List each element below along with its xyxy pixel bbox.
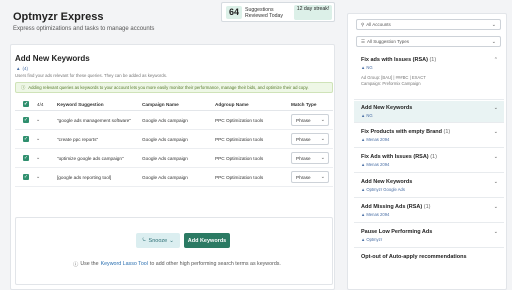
sidebar-item[interactable]: Fix ads with Issues (RSA) (1) ⌃ ▲ NG Ad G…: [354, 54, 504, 100]
adgroup-cell: PPC Optimization tools: [215, 175, 264, 180]
campaign-cell: Google Ads campaign: [142, 156, 188, 161]
account-name: ▲ NG: [361, 65, 373, 70]
keyword-table: ✓ 4/4 Keyword Suggestion Campaign Name A…: [15, 98, 333, 187]
chevron-down-icon: ⌄: [493, 154, 498, 160]
table-row: ✓ ⌄ "optimize google ads campaign" Googl…: [15, 149, 333, 168]
sidebar-item[interactable]: Pause Low Performing Ads ⌄ ▲ Optmyzr: [354, 224, 504, 248]
chevron-down-icon: ⌄: [493, 129, 498, 135]
account-name: ▲ Menas 2094: [361, 137, 390, 142]
filter-icon: ⚲: [361, 21, 365, 27]
sidebar-item[interactable]: Opt-out of Auto-apply recommendations: [354, 249, 504, 275]
keyword-cell: "google ads management software": [57, 118, 131, 123]
match-type-select[interactable]: Phrase ⌄: [291, 171, 329, 183]
account-name: ▲ Optmyzr Google Ads: [361, 187, 405, 192]
col-adgroup: Adgroup Name: [215, 101, 249, 107]
chevron-down-icon: ⌄: [493, 105, 498, 111]
select-all-checkbox[interactable]: ✓: [23, 101, 29, 107]
campaign-cell: Google Ads campaign: [142, 118, 188, 123]
account-name: ▲ Menas 2094: [361, 162, 390, 167]
google-ads-icon: ▲: [16, 66, 21, 71]
chevron-up-icon: ⌃: [493, 57, 498, 63]
suggestion-type-filter[interactable]: ☰ All Suggestion Types ⌄: [356, 36, 501, 47]
lasso-hint: ⓘ Use the Keyword Lasso Tool to add othe…: [73, 261, 281, 268]
snooze-button[interactable]: ⏾ Snooze ⌄: [136, 233, 180, 248]
row-checkbox[interactable]: ✓: [23, 174, 29, 180]
info-icon: ⓘ: [73, 262, 79, 268]
adgroup-cell: PPC Optimization tools: [215, 137, 264, 142]
sidebar-item[interactable]: Add Missing Ads (RSA) (1) ⌄ ▲ Menas 2094: [354, 199, 504, 223]
table-row: ✓ ⌄ [google ads reporting tool] Google A…: [15, 168, 333, 187]
page-subtitle: Express optimizations and tasks to manag…: [13, 26, 155, 32]
account-name: ▲ Optmyzr: [361, 237, 383, 242]
sidebar-item[interactable]: Fix Ads with Issues (RSA) (1) ⌄ ▲ Menas 2…: [354, 149, 504, 173]
match-type-select[interactable]: Phrase ⌄: [291, 133, 329, 145]
chevron-down-icon: ⌄: [320, 117, 325, 123]
chevron-down-icon: ⌄: [320, 155, 325, 161]
card-count: ▲ (4): [16, 66, 28, 71]
page-title: Optmyzr Express: [13, 11, 104, 23]
campaign-cell: Google Ads campaign: [142, 137, 188, 142]
table-header: ✓ 4/4 Keyword Suggestion Campaign Name A…: [15, 98, 333, 111]
info-icon: ⓘ: [21, 84, 26, 90]
account-name: ▲ NG: [361, 113, 373, 118]
keyword-cell: "create ppc reports": [57, 137, 99, 142]
row-checkbox[interactable]: ✓: [23, 136, 29, 142]
add-keywords-button[interactable]: Add Keywords: [184, 233, 230, 248]
chevron-down-icon[interactable]: ⌄: [36, 174, 40, 180]
account-name: ▲ Menas 2094: [361, 212, 390, 217]
chevron-down-icon: ⌄: [491, 39, 496, 45]
action-bar: ⏾ Snooze ⌄ Add Keywords ⓘ Use the Keywor…: [15, 217, 333, 285]
keyword-cell: [google ads reporting tool]: [57, 175, 112, 180]
row-checkbox[interactable]: ✓: [23, 155, 29, 161]
table-row: ✓ ⌄ "create ppc reports" Google Ads camp…: [15, 130, 333, 149]
reviewed-count: 64: [226, 6, 243, 19]
adgroup-cell: PPC Optimization tools: [215, 156, 264, 161]
chevron-down-icon[interactable]: ⌄: [36, 117, 40, 123]
account-filter[interactable]: ⚲ All Accounts ⌄: [356, 19, 501, 30]
chevron-down-icon: ⌄: [169, 237, 174, 244]
sidebar-item[interactable]: Fix Products with empty Brand (1) ⌄ ▲ Men…: [354, 124, 504, 148]
suggestions-sidebar: ⚲ All Accounts ⌄ ☰ All Suggestion Types …: [347, 13, 507, 290]
table-row: ✓ ⌄ "google ads management software" Goo…: [15, 111, 333, 130]
selected-count: 4/4: [37, 101, 44, 107]
chevron-down-icon[interactable]: ⌄: [36, 155, 40, 161]
keyword-lasso-link[interactable]: Keyword Lasso Tool: [101, 261, 148, 267]
suggestion-card: Add New Keywords ▲ (4) Users find your a…: [10, 44, 335, 290]
chevron-down-icon: ⌄: [493, 229, 498, 235]
campaign-cell: Google Ads campaign: [142, 175, 188, 180]
match-type-select[interactable]: Phrase ⌄: [291, 114, 329, 126]
match-type-select[interactable]: Phrase ⌄: [291, 152, 329, 164]
col-match-type: Match Type: [291, 101, 317, 107]
row-checkbox[interactable]: ✓: [23, 117, 29, 123]
streak-badge: 12 day streak!: [294, 5, 332, 20]
col-keyword: Keyword Suggestion: [57, 101, 104, 107]
sidebar-item[interactable]: Add New Keywords ⌄ ▲ Optmyzr Google Ads: [354, 174, 504, 198]
reviewed-label: Suggestions Reviewed Today: [245, 7, 283, 19]
filter-icon: ☰: [361, 38, 366, 44]
chevron-down-icon: ⌄: [320, 174, 325, 180]
chevron-down-icon: ⌄: [493, 179, 498, 185]
sidebar-item-active[interactable]: Add New Keywords ⌄ ▲ NG: [354, 101, 504, 123]
adgroup-cell: PPC Optimization tools: [215, 118, 264, 123]
stats-box: 64 Suggestions Reviewed Today 12 day str…: [221, 2, 335, 22]
card-description: Users find your ads relevant for these q…: [15, 73, 168, 78]
chevron-down-icon[interactable]: ⌄: [36, 136, 40, 142]
chevron-down-icon: ⌄: [491, 22, 496, 28]
card-title: Add New Keywords: [15, 54, 90, 63]
info-banner: ⓘ Adding relevant queries as keywords to…: [15, 82, 333, 93]
keyword-cell: "optimize google ads campaign": [57, 156, 124, 161]
snooze-icon: ⏾: [142, 237, 147, 243]
main-panel: Optmyzr Express Express optimizations an…: [0, 0, 340, 290]
col-campaign: Campaign Name: [142, 101, 179, 107]
chevron-down-icon: ⌄: [320, 136, 325, 142]
chevron-down-icon: ⌄: [493, 204, 498, 210]
